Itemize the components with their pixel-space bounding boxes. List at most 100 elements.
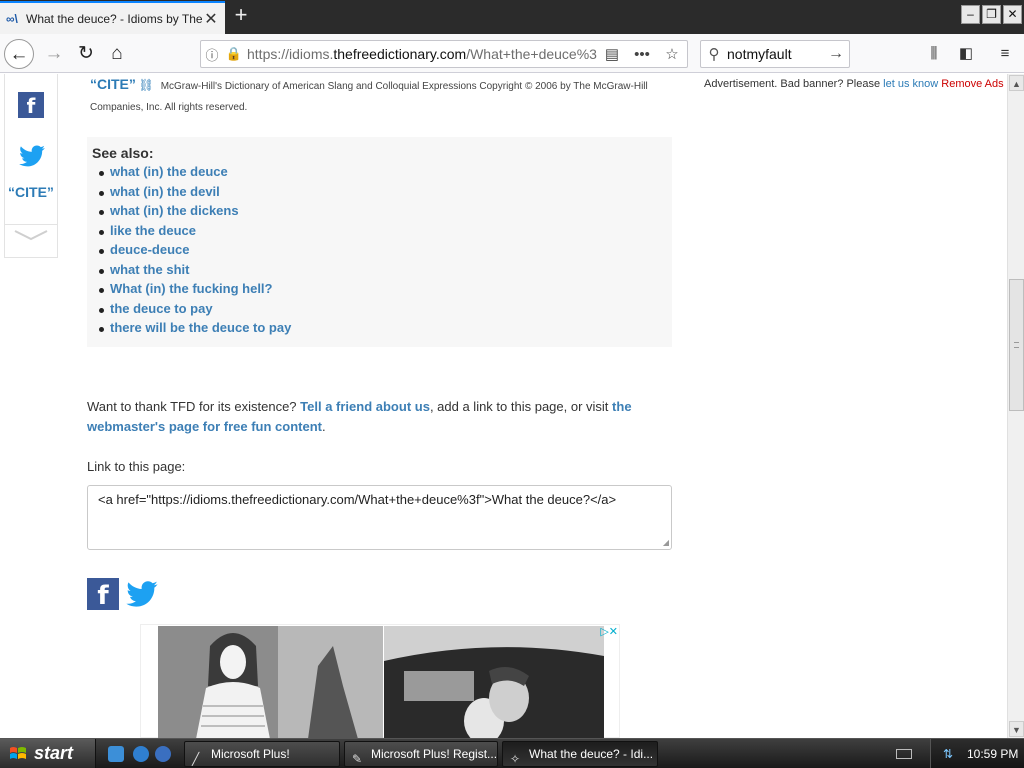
- clock[interactable]: 10:59 PM: [967, 739, 1018, 768]
- taskbar-item-label: Microsoft Plus!: [211, 747, 290, 761]
- quicklaunch-media-player-icon[interactable]: [155, 746, 171, 762]
- facebook-share-icon[interactable]: f: [18, 92, 44, 118]
- tab-close-icon[interactable]: ✕: [203, 9, 219, 29]
- taskbar-item[interactable]: ✎ Microsoft Plus! Regist...: [344, 741, 498, 767]
- advertisement-notice: Advertisement. Bad banner? Please let us…: [704, 78, 1004, 90]
- twitter-share-icon[interactable]: [17, 142, 47, 170]
- scroll-up-arrow-icon[interactable]: ▲: [1009, 75, 1024, 91]
- see-also-link[interactable]: what the shit: [92, 262, 672, 282]
- task-app-icon: ✎: [352, 752, 363, 766]
- new-tab-button[interactable]: +: [230, 4, 252, 28]
- quicklaunch-ie-icon[interactable]: [133, 746, 149, 762]
- url-bar[interactable]: ⓘ 🔒 https://idioms.thefreedictionary.com…: [200, 40, 688, 68]
- browser-tab-active[interactable]: ∞\ What the deuce? - Idioms by The Free …: [0, 1, 225, 34]
- ad-photo-right[interactable]: [384, 626, 604, 738]
- see-also-box: See also: what (in) the deuce what (in) …: [87, 137, 672, 347]
- taskbar-item-label: What the deuce? - Idi...: [529, 747, 654, 761]
- url-domain: thefreedictionary.com: [333, 46, 467, 62]
- window-controls: – ❐ ✕: [961, 5, 1022, 24]
- start-button[interactable]: start: [0, 739, 96, 768]
- search-go-icon[interactable]: →: [823, 45, 849, 63]
- facebook-icon[interactable]: f: [87, 578, 119, 611]
- desktop-screen: ∞\ What the deuce? - Idioms by The Free …: [0, 0, 1024, 768]
- cite-link[interactable]: “CITE”: [90, 76, 136, 92]
- navigation-toolbar: ← → ↻ ⌂ ⓘ 🔒 https://idioms.thefreedictio…: [0, 34, 1024, 73]
- library-icon[interactable]: ⫼: [921, 43, 947, 65]
- see-also-link[interactable]: what (in) the deuce: [92, 164, 672, 184]
- url-text[interactable]: https://idioms.thefreedictionary.com/Wha…: [245, 46, 597, 62]
- windows-logo-icon: [10, 747, 26, 759]
- see-also-link[interactable]: like the deuce: [92, 223, 672, 243]
- share-sidebar: f “CITE”: [4, 74, 58, 258]
- search-input[interactable]: notmyfault: [727, 46, 823, 62]
- vertical-scrollbar[interactable]: ▲ ▼: [1007, 74, 1024, 738]
- remove-ads-link[interactable]: Remove Ads: [941, 78, 1003, 90]
- cite-share-button[interactable]: “CITE”: [5, 184, 57, 200]
- see-also-title: See also:: [92, 145, 154, 161]
- reload-button[interactable]: ↻: [71, 39, 101, 69]
- link-chain-icon[interactable]: ⛓: [139, 78, 154, 92]
- keyboard-icon[interactable]: [896, 749, 912, 759]
- sidebar-toggle-icon[interactable]: ◧: [953, 43, 979, 65]
- ad-photo-woman-image: [158, 626, 383, 738]
- close-window-button[interactable]: ✕: [1003, 5, 1022, 24]
- reader-view-icon[interactable]: ▤: [597, 45, 627, 63]
- ad-photo-car-image: [384, 626, 604, 738]
- link-code-text: <a href="https://idioms.thefreedictionar…: [98, 492, 617, 507]
- let-us-know-link[interactable]: let us know: [883, 78, 938, 90]
- advertisement-banner[interactable]: ▷✕: [140, 624, 620, 738]
- see-also-link[interactable]: what (in) the dickens: [92, 203, 672, 223]
- adchoices-close-icon[interactable]: ▷✕: [590, 626, 618, 640]
- info-icon[interactable]: ⓘ: [201, 45, 223, 64]
- back-button[interactable]: ←: [4, 39, 34, 69]
- tfd-favicon-icon: ∞\: [6, 11, 18, 26]
- minimize-button[interactable]: –: [961, 5, 980, 24]
- grip-icon: [1014, 342, 1019, 348]
- task-app-icon: ✧: [510, 752, 521, 766]
- taskbar-item-active[interactable]: ✧ What the deuce? - Idi...: [502, 741, 658, 767]
- ad-notice-text: Advertisement. Bad banner? Please: [704, 78, 881, 90]
- search-icon: ⚲: [708, 46, 720, 63]
- url-prefix: https://idioms.: [247, 46, 334, 62]
- scroll-thumb[interactable]: [1009, 279, 1024, 411]
- thanks-text: .: [321, 419, 326, 434]
- tell-a-friend-link[interactable]: Tell a friend about us: [300, 399, 430, 414]
- share-more-button[interactable]: [5, 224, 57, 256]
- source-citation: “CITE” ⛓ McGraw-Hill's Dictionary of Ame…: [90, 74, 650, 118]
- source-citation-text: McGraw-Hill's Dictionary of American Sla…: [90, 81, 648, 113]
- taskbar-item[interactable]: ╱ Microsoft Plus!: [184, 741, 340, 767]
- windows-taskbar: start ╱ Microsoft Plus! ✎ Microsoft Plus…: [0, 738, 1024, 768]
- menu-hamburger-icon[interactable]: ≡: [992, 43, 1018, 65]
- see-also-link[interactable]: deuce-deuce: [92, 242, 672, 262]
- thank-tfd-paragraph: Want to thank TFD for its existence? Tel…: [87, 397, 687, 437]
- scroll-down-arrow-icon[interactable]: ▼: [1009, 721, 1024, 737]
- home-button[interactable]: ⌂: [102, 39, 132, 69]
- forward-button[interactable]: →: [39, 39, 69, 69]
- link-to-page-label: Link to this page:: [87, 459, 186, 474]
- see-also-link[interactable]: What (in) the fucking hell?: [92, 281, 672, 301]
- see-also-link[interactable]: what (in) the devil: [92, 184, 672, 204]
- see-also-link[interactable]: there will be the deuce to pay: [92, 320, 672, 340]
- taskbar-item-label: Microsoft Plus! Regist...: [371, 747, 498, 761]
- task-app-icon: ╱: [192, 752, 200, 766]
- bookmark-star-icon[interactable]: ☆: [657, 45, 687, 63]
- see-also-link[interactable]: the deuce to pay: [92, 301, 672, 321]
- twitter-icon[interactable]: [123, 577, 161, 611]
- see-also-list: what (in) the deuce what (in) the devil …: [92, 164, 672, 340]
- page-actions-icon[interactable]: •••: [627, 46, 657, 63]
- lock-warning-icon[interactable]: 🔒: [223, 46, 245, 62]
- page-viewport: f “CITE” “CITE” ⛓ McGraw-Hill's Dictiona…: [0, 74, 1007, 738]
- link-code-textarea[interactable]: <a href="https://idioms.thefreedictionar…: [87, 485, 672, 550]
- tab-title: What the deuce? - Idioms by The Free Dic…: [26, 11, 203, 26]
- quicklaunch-desktop-icon[interactable]: [108, 746, 124, 762]
- url-path: /What+the+deuce%3f: [466, 46, 597, 62]
- browser-titlebar: ∞\ What the deuce? - Idioms by The Free …: [0, 0, 1024, 34]
- system-tray: ⇅ 10:59 PM: [930, 739, 1024, 768]
- ad-photo-left[interactable]: [158, 626, 383, 738]
- search-bar[interactable]: ⚲ notmyfault →: [700, 40, 850, 68]
- chevron-down-icon: [14, 230, 48, 241]
- start-label: start: [34, 743, 74, 763]
- resize-grip-icon[interactable]: ◢: [663, 538, 669, 547]
- network-tray-icon[interactable]: ⇅: [943, 747, 953, 761]
- restore-button[interactable]: ❐: [982, 5, 1001, 24]
